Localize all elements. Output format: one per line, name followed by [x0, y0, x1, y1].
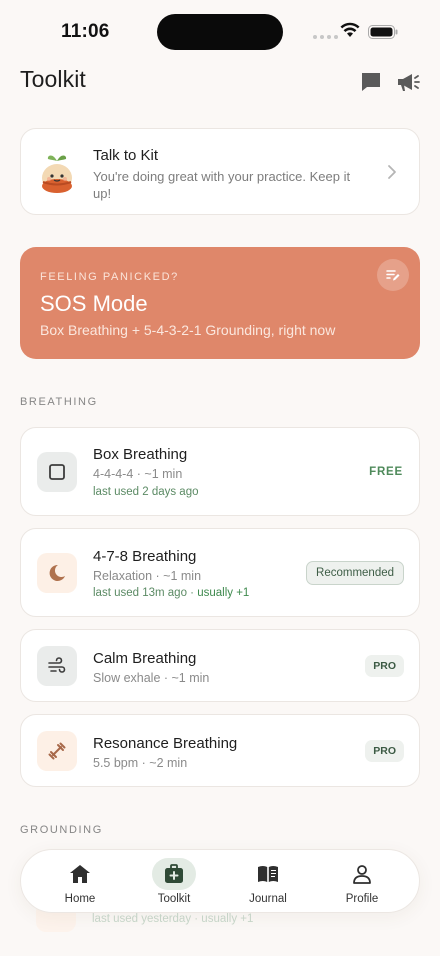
tab-label: Journal	[249, 893, 287, 905]
tool-meta: Slow exhale · ~1 min	[93, 671, 210, 685]
person-icon	[353, 865, 371, 884]
wind-icon	[48, 657, 66, 673]
last-used-text: last used 13m ago ·	[93, 587, 198, 599]
tool-icon-tile	[37, 731, 77, 771]
sos-title: SOS Mode	[40, 291, 148, 316]
chevron-right-icon	[388, 165, 396, 179]
tab-label: Toolkit	[157, 893, 191, 905]
tab-label: Home	[64, 893, 96, 905]
section-label-grounding: GROUNDING	[20, 824, 103, 836]
tool-card-box-breathing[interactable]: Box Breathing 4-4-4-4 · ~1 min last used…	[20, 427, 420, 516]
tab-label: Profile	[345, 893, 379, 905]
status-time: 11:06	[61, 21, 110, 42]
tab-journal[interactable]: Journal	[223, 850, 313, 914]
pro-badge: PRO	[365, 740, 404, 762]
sos-edit-button[interactable]	[377, 259, 409, 291]
book-icon	[258, 866, 278, 882]
status-bar: 11:06	[0, 0, 440, 60]
tool-last-used: last used 2 days ago	[93, 486, 199, 498]
tab-toolkit[interactable]: Toolkit	[129, 850, 219, 914]
square-icon	[49, 464, 65, 480]
dynamic-island	[157, 14, 283, 50]
kit-mascot-icon	[42, 155, 72, 193]
tool-meta: 4-4-4-4 · ~1 min	[93, 467, 183, 481]
chat-icon[interactable]	[359, 70, 383, 94]
tool-icon-tile	[37, 553, 77, 593]
wifi-icon	[340, 22, 360, 37]
kit-card-subtitle: You're doing great with your practice. K…	[93, 169, 351, 201]
tool-title: 4-7-8 Breathing	[93, 548, 197, 565]
home-icon	[70, 865, 90, 883]
tool-icon-tile	[37, 452, 77, 492]
free-badge: FREE	[369, 466, 403, 478]
tool-title: Resonance Breathing	[93, 735, 238, 752]
edit-list-icon	[386, 270, 400, 281]
moon-icon	[49, 564, 65, 581]
bottom-tab-bar: Home Toolkit Journal Profile	[20, 849, 420, 913]
tab-profile[interactable]: Profile	[317, 850, 407, 914]
talk-to-kit-card[interactable]: Talk to Kit You're doing great with your…	[20, 128, 420, 215]
tool-title: Box Breathing	[93, 446, 188, 463]
page-title: Toolkit	[20, 66, 86, 92]
tool-title: Calm Breathing	[93, 650, 197, 667]
tool-meta: 5.5 bpm · ~2 min	[93, 756, 188, 770]
tool-meta: Relaxation · ~1 min	[93, 569, 202, 583]
kit-card-title: Talk to Kit	[93, 147, 159, 164]
tab-home[interactable]: Home	[35, 850, 125, 914]
sos-mode-card[interactable]: FEELING PANICKED? SOS Mode Box Breathing…	[20, 247, 420, 359]
tool-last-used: last used yesterday · usually +1	[92, 913, 254, 925]
tool-card-478-breathing[interactable]: 4-7-8 Breathing Relaxation · ~1 min last…	[20, 528, 420, 617]
battery-icon	[368, 25, 398, 39]
pro-badge: PRO	[365, 655, 404, 677]
tool-card-resonance-breathing[interactable]: Resonance Breathing 5.5 bpm · ~2 min PRO	[20, 714, 420, 787]
cellular-signal-icon	[313, 35, 338, 39]
first-aid-kit-icon	[165, 864, 183, 883]
dumbbell-icon	[48, 742, 66, 760]
megaphone-icon[interactable]	[396, 70, 420, 94]
usually-text: usually +1	[197, 587, 250, 599]
recommended-badge: Recommended	[306, 561, 404, 585]
section-label-breathing: BREATHING	[20, 396, 98, 408]
tool-last-used: last used 13m ago · usually +1	[93, 587, 249, 599]
sos-eyebrow: FEELING PANICKED?	[40, 271, 179, 283]
sos-subtitle: Box Breathing + 5-4-3-2-1 Grounding, rig…	[40, 322, 336, 338]
tool-icon-tile	[37, 646, 77, 686]
tool-card-calm-breathing[interactable]: Calm Breathing Slow exhale · ~1 min PRO	[20, 629, 420, 702]
